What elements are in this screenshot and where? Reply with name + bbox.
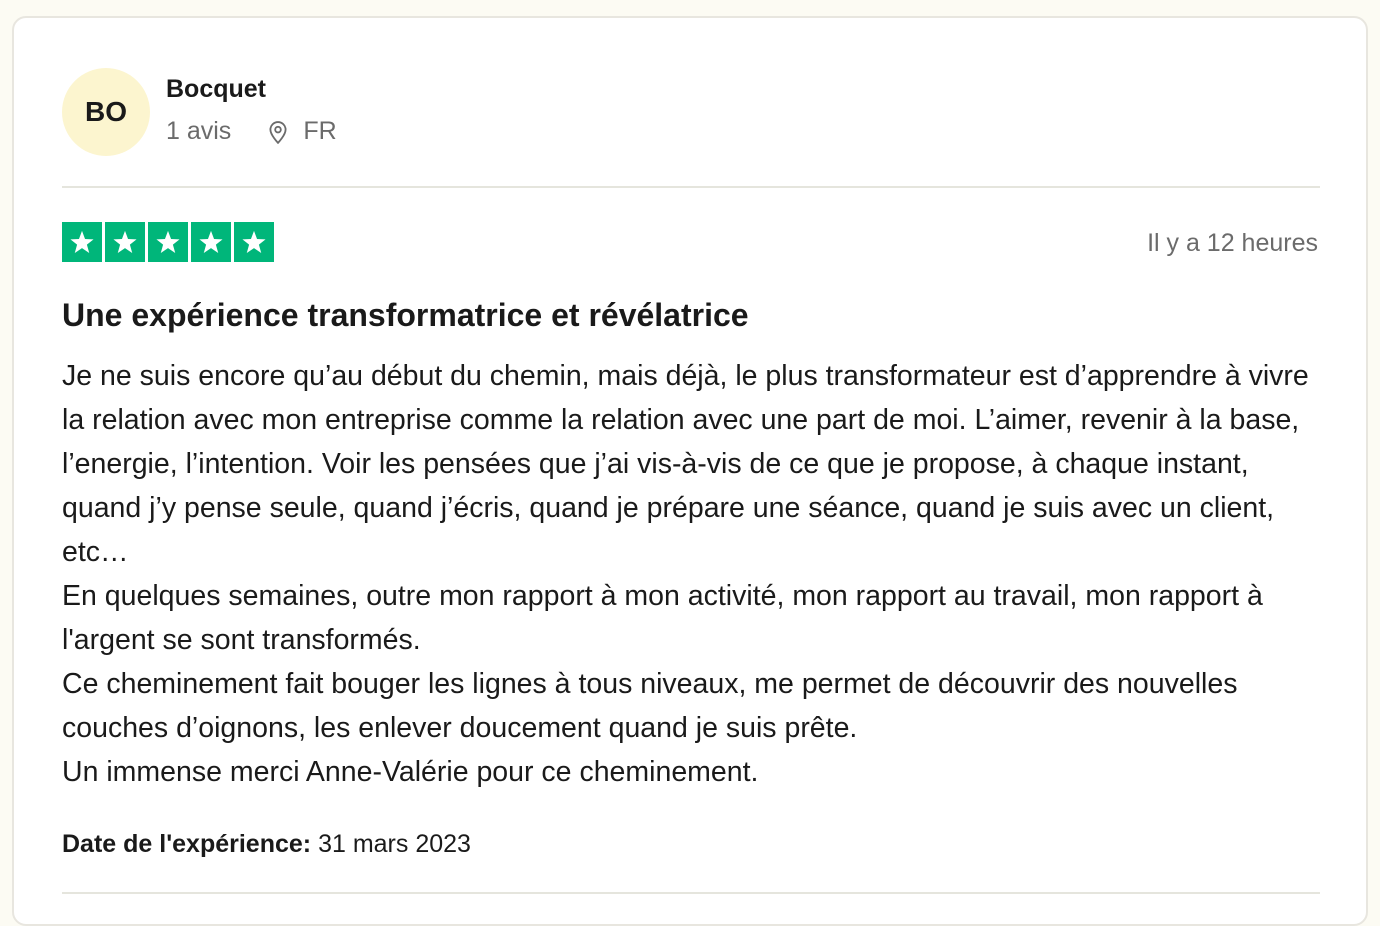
review-card: BO Bocquet 1 avis FR Il y a 12 heures Un…: [12, 16, 1368, 926]
location-pin-icon: [265, 119, 291, 145]
star-icon: [234, 222, 274, 262]
consumer-name[interactable]: Bocquet: [166, 74, 337, 104]
review-title[interactable]: Une expérience transformatrice et révéla…: [62, 294, 749, 336]
avatar-initials: BO: [85, 96, 127, 127]
review-paragraph: En quelques semaines, outre mon rapport …: [62, 580, 1263, 656]
star-icon: [62, 222, 102, 262]
consumer-info: Bocquet 1 avis FR: [166, 66, 337, 146]
experience-date-value: 31 mars 2023: [318, 830, 471, 858]
review-count: 1 avis: [166, 117, 232, 145]
star-icon: [148, 222, 188, 262]
consumer-meta: 1 avis FR: [166, 117, 337, 146]
star-icon: [105, 222, 145, 262]
review-body: Je ne suis encore qu’au début du chemin,…: [62, 354, 1327, 794]
experience-date-label: Date de l'expérience:: [62, 830, 312, 858]
divider: [62, 186, 1320, 188]
star-icon: [191, 222, 231, 262]
divider: [62, 892, 1320, 894]
country-code: FR: [303, 117, 337, 145]
experience-date: Date de l'expérience: 31 mars 2023: [62, 826, 471, 862]
avatar[interactable]: BO: [62, 68, 150, 156]
review-paragraph: Un immense merci Anne-Valérie pour ce ch…: [62, 756, 759, 788]
review-date: Il y a 12 heures: [1147, 229, 1318, 257]
review-paragraph: Ce cheminement fait bouger les lignes à …: [62, 668, 1238, 744]
review-paragraph: Je ne suis encore qu’au début du chemin,…: [62, 360, 1309, 568]
consumer-header: BO Bocquet 1 avis FR: [62, 66, 337, 158]
star-rating: [62, 222, 274, 262]
